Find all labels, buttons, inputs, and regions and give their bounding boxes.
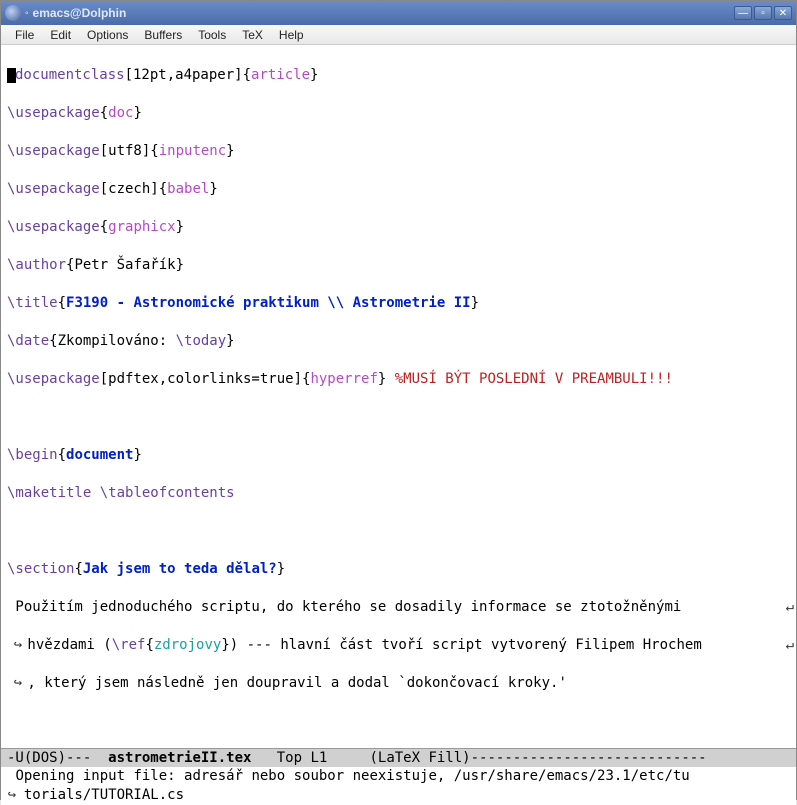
code-line[interactable] [7, 712, 796, 731]
code-line[interactable]: \usepackage[pdftex,colorlinks=true]{hype… [7, 370, 796, 389]
window-titlebar: ◦ emacs@Dolphin — ▫ ✕ [1, 1, 796, 25]
code-line[interactable]: documentclass[12pt,a4paper]{article} [7, 66, 796, 85]
pin-icon[interactable]: ◦ [25, 8, 29, 19]
wrap-icon: ↪ [13, 636, 23, 655]
menu-bar: File Edit Options Buffers Tools TeX Help [1, 25, 796, 45]
window-buttons: — ▫ ✕ [734, 6, 792, 20]
menu-buffers[interactable]: Buffers [136, 26, 190, 44]
code-line[interactable]: \usepackage[czech]{babel} [7, 180, 796, 199]
window-title: emacs@Dolphin [33, 6, 734, 20]
status-filename: astrometrieII.tex [108, 750, 251, 766]
wrap-icon: ↵ [786, 636, 794, 655]
maximize-button[interactable]: ▫ [754, 6, 772, 20]
menu-file[interactable]: File [7, 26, 42, 44]
code-line[interactable]: \usepackage{graphicx} [7, 218, 796, 237]
minibuffer-message: Opening input file: adresář nebo soubor … [7, 768, 690, 803]
code-line[interactable]: \maketitle \tableofcontents [7, 484, 796, 503]
code-line[interactable]: ↪ hvězdami (\ref{zdrojovy}) --- hlavní č… [7, 636, 796, 655]
code-line[interactable]: \usepackage[utf8]{inputenc} [7, 142, 796, 161]
code-line[interactable] [7, 522, 796, 541]
menu-tex[interactable]: TeX [234, 26, 271, 44]
app-icon [5, 5, 21, 21]
mode-line: -U(DOS)--- astrometrieII.tex Top L1 (LaT… [1, 748, 796, 767]
code-line[interactable]: \usepackage{doc} [7, 104, 796, 123]
minibuffer[interactable]: Opening input file: adresář nebo soubor … [1, 767, 796, 805]
wrap-icon: ↵ [786, 598, 794, 617]
code-line[interactable]: \begin{document} [7, 446, 796, 465]
close-button[interactable]: ✕ [774, 6, 792, 20]
menu-edit[interactable]: Edit [42, 26, 79, 44]
code-line[interactable]: \title{F3190 - Astronomické praktikum \\… [7, 294, 796, 313]
code-line[interactable]: Použitím jednoduchého scriptu, do kteréh… [7, 598, 796, 617]
code-line[interactable]: \date{Zkompilováno: \today} [7, 332, 796, 351]
minimize-button[interactable]: — [734, 6, 752, 20]
code-line[interactable]: ↪ , který jsem následně jen doupravil a … [7, 674, 796, 693]
menu-options[interactable]: Options [79, 26, 136, 44]
status-position: Top L1 (LaTeX Fill) [251, 750, 470, 766]
menu-help[interactable]: Help [271, 26, 312, 44]
editor-buffer[interactable]: documentclass[12pt,a4paper]{article} \us… [1, 45, 796, 748]
code-line[interactable] [7, 408, 796, 427]
code-line[interactable]: \section{Jak jsem to teda dělal?} [7, 560, 796, 579]
status-encoding: -U(DOS)--- [7, 750, 108, 766]
menu-tools[interactable]: Tools [190, 26, 234, 44]
status-dashes: ---------------------------- [471, 750, 707, 766]
wrap-icon: ↪ [13, 674, 23, 693]
wrap-icon: ↪ [7, 786, 17, 805]
code-line[interactable]: \author{Petr Šafařík} [7, 256, 796, 275]
